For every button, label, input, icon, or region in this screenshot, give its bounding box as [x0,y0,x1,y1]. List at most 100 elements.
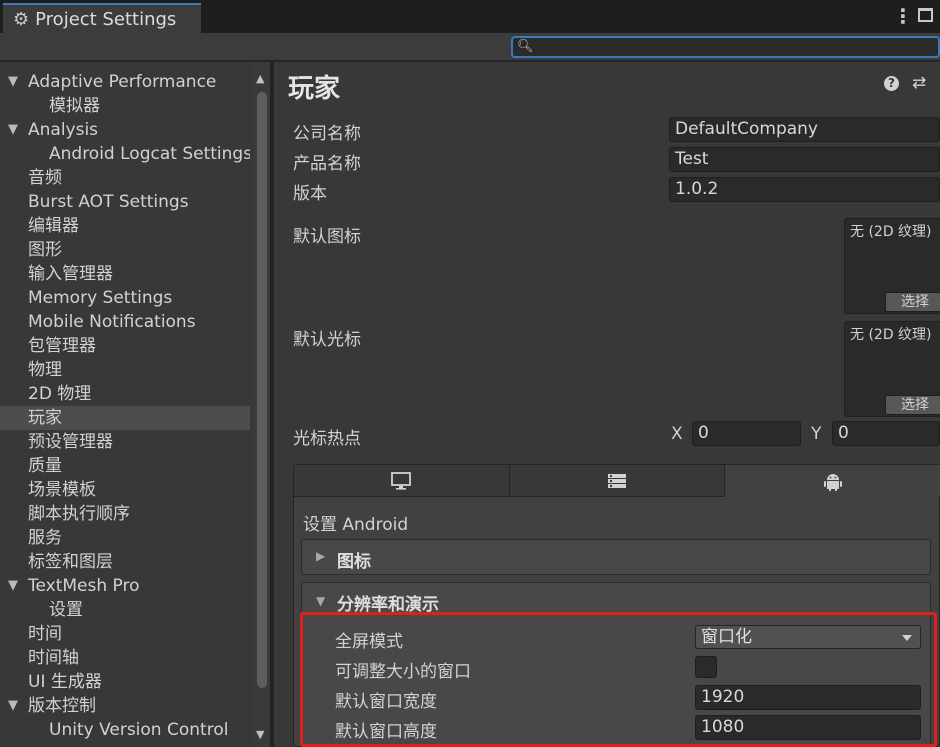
sidebar-item-label: 编辑器 [28,216,79,236]
sidebar-item[interactable]: Memory Settings [0,286,250,310]
sidebar-item-label: Memory Settings [28,288,173,308]
platform-title: 设置 Android [303,515,409,535]
version-field[interactable]: 1.0.2 [669,177,940,202]
sidebar-item[interactable]: 2D 物理 [0,382,250,406]
sidebar-item[interactable]: ▼ Analysis [0,118,250,142]
sidebar-item[interactable]: 输入管理器 [0,262,250,286]
expand-arrow-icon[interactable]: ▼ [8,118,18,142]
highlight-annotation-box [300,612,937,747]
sidebar-item[interactable]: Mobile Notifications [0,310,250,334]
sidebar-item[interactable]: 玩家 [0,406,250,430]
more-options-icon[interactable]: ⋮ [893,4,913,28]
help-icon[interactable]: ? [884,76,899,91]
monitor-icon [391,472,412,490]
sidebar-item[interactable]: 物理 [0,358,250,382]
search-icon: 🔍︎ [517,39,534,54]
icon-foldout[interactable]: ▶ 图标 [301,539,931,575]
default-cursor-slot[interactable]: 无 (2D 纹理) 选择 [844,321,940,417]
tab-standalone[interactable] [294,465,510,497]
sidebar-item[interactable]: 模拟器 [0,94,250,118]
sidebar-item[interactable]: 质量 [0,454,250,478]
sidebar-item[interactable]: 时间轴 [0,646,250,670]
page-title: 玩家 [288,74,341,104]
sidebar-scrollbar[interactable]: ▲ ▼ [253,62,270,747]
sidebar-item[interactable]: Unity Version Control [0,718,250,742]
sidebar-item-label: 2D 物理 [28,384,92,404]
sidebar-item[interactable]: Burst AOT Settings [0,190,250,214]
cursor-hotspot-label: 光标热点 [293,429,361,449]
sidebar-item[interactable]: 标签和图层 [0,550,250,574]
sidebar-item-label: 包管理器 [28,336,96,356]
sidebar-item-label: 场景模板 [28,480,96,500]
sidebar-item[interactable]: 设置 [0,598,250,622]
sidebar-item[interactable]: 音频 [0,166,250,190]
sidebar-item-label: Android Logcat Settings [49,144,250,164]
sidebar-item[interactable]: ▼ 版本控制 [0,694,250,718]
expand-arrow-icon[interactable]: ▼ [8,70,18,94]
default-cursor-value: 无 (2D 纹理) [850,327,932,343]
sidebar-item-label: Burst AOT Settings [28,192,189,212]
android-icon [823,474,842,491]
sidebar-item-label: 模拟器 [49,96,100,116]
server-icon [608,474,626,488]
sidebar-item[interactable]: ▼ Adaptive Performance [0,70,250,94]
collapse-arrow-icon[interactable]: ▼ [316,594,325,608]
sidebar-item-label: Mobile Notifications [28,312,196,332]
sidebar-item-label: 版本控制 [28,696,96,716]
sidebar-item-label: 质量 [28,456,62,476]
default-icon-select-button[interactable]: 选择 [885,292,940,312]
sidebar-item-label: 音频 [28,168,62,188]
sidebar-item[interactable]: Android Logcat Settings [0,142,250,166]
sidebar-item-label: 时间轴 [28,648,79,668]
hotspot-y-label: Y [811,424,822,444]
sidebar-item-label: 预设管理器 [28,432,113,452]
gear-icon: ⚙ [13,8,30,30]
default-icon-slot[interactable]: 无 (2D 纹理) 选择 [844,218,940,314]
company-name-label: 公司名称 [293,124,361,144]
tab-title: Project Settings [35,8,177,30]
sidebar-item[interactable]: 图形 [0,238,250,262]
sidebar-item-label: 玩家 [28,408,62,428]
company-name-field[interactable]: DefaultCompany [669,117,940,142]
sidebar-item[interactable]: 预设管理器 [0,430,250,454]
hotspot-x-label: X [671,424,683,444]
default-cursor-select-button[interactable]: 选择 [885,395,940,415]
search-input[interactable]: 🔍︎ [511,36,940,58]
sidebar-item-label: 服务 [28,528,62,548]
scrollbar-thumb[interactable] [257,92,267,688]
sidebar-item-label: 标签和图层 [28,552,113,572]
tab-android[interactable] [725,465,940,497]
sidebar-item[interactable]: 场景模板 [0,478,250,502]
default-icon-label: 默认图标 [293,227,361,247]
version-label: 版本 [293,184,327,204]
project-settings-tab[interactable]: ⚙ Project Settings [3,3,201,33]
sidebar-item[interactable]: 编辑器 [0,214,250,238]
scroll-down-icon[interactable]: ▼ [256,728,264,741]
sidebar-item[interactable]: ▼ TextMesh Pro [0,574,250,598]
presets-icon[interactable]: ⇄ [912,73,926,93]
expand-arrow-icon: ▶ [316,549,326,563]
sidebar-item[interactable]: 服务 [0,526,250,550]
sidebar-item-label: 时间 [28,624,62,644]
sidebar-item-label: UI 生成器 [28,672,102,692]
expand-arrow-icon[interactable]: ▼ [8,574,18,598]
sidebar-item-label: Adaptive Performance [28,72,217,92]
product-name-field[interactable]: Test [669,147,940,172]
hotspot-y-field[interactable]: 0 [832,421,940,446]
expand-arrow-icon[interactable]: ▼ [8,694,18,718]
sidebar-item[interactable]: 时间 [0,622,250,646]
hotspot-x-field[interactable]: 0 [692,421,801,446]
maximize-icon[interactable] [918,8,933,22]
sidebar-item[interactable]: 包管理器 [0,334,250,358]
platform-tabs [294,465,940,497]
tab-dedicated-server[interactable] [509,465,726,497]
sidebar-item[interactable]: UI 生成器 [0,670,250,694]
scroll-up-icon[interactable]: ▲ [256,72,264,85]
icon-section-label: 图标 [337,552,371,572]
sidebar-item-label: 脚本执行顺序 [28,504,130,524]
sidebar-item-label: TextMesh Pro [28,576,140,596]
sidebar-item-label: 设置 [49,600,83,620]
sidebar-item-label: Analysis [28,120,99,140]
sidebar-item-label: 输入管理器 [28,264,113,284]
sidebar-item[interactable]: 脚本执行顺序 [0,502,250,526]
